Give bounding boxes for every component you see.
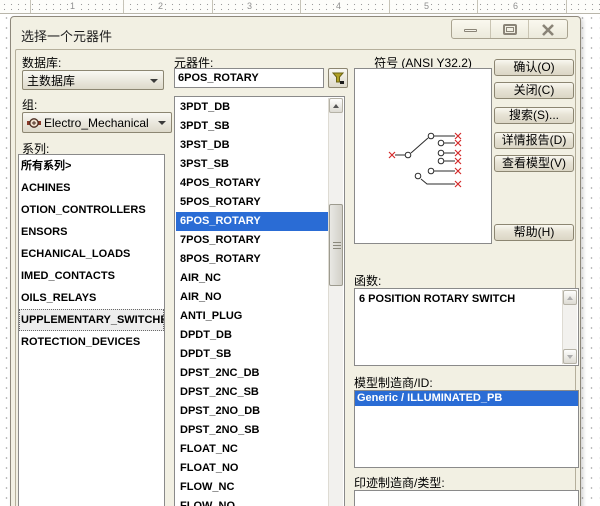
function-scrollbar[interactable] [562, 290, 577, 364]
component-list-item[interactable]: 3PDT_DB [176, 98, 328, 117]
triangle-up-icon [567, 295, 573, 300]
component-list-item[interactable]: AIR_NC [176, 269, 328, 288]
window-controls [451, 19, 568, 39]
function-value: 6 POSITION ROTARY SWITCH [359, 293, 516, 305]
model-manufacturer-list[interactable]: Generic / ILLUMINATED_PB [354, 390, 579, 468]
component-list-item[interactable]: 4POS_ROTARY [176, 174, 328, 193]
model-manufacturer-label: 模型制造商/ID: [354, 376, 433, 390]
scroll-up-button[interactable] [329, 98, 343, 113]
family-list-item[interactable]: ECHANICAL_LOADS [19, 243, 164, 265]
database-value: 主数据库 [27, 73, 76, 88]
family-list-item[interactable]: UPPLEMENTARY_SWITCHES [19, 309, 164, 331]
component-list-item[interactable]: 7POS_ROTARY [176, 231, 328, 250]
function-box: 6 POSITION ROTARY SWITCH [354, 288, 579, 366]
database-label: 数据库: [22, 56, 62, 70]
component-list-container: 3PDT_DB 3PDT_SB 3PST_DB 3PST_SB 4POS_ROTARY 5… [174, 96, 345, 506]
component-list-item[interactable]: 3PST_SB [176, 155, 328, 174]
group-label: 组: [22, 98, 38, 112]
family-list-item[interactable]: IMED_CONTACTS [19, 265, 164, 287]
canvas-ruler: 1 2 3 4 5 6 [0, 0, 600, 14]
chevron-down-icon [150, 79, 158, 83]
select-component-dialog: 选择一个元器件 数据库: 主数据库 组: Electro_Mechanical … [10, 16, 581, 506]
dialog-title: 选择一个元器件 [21, 29, 113, 44]
group-value: Electro_Mechanical [44, 115, 149, 130]
scroll-up-button[interactable] [563, 290, 577, 305]
component-list-item[interactable]: DPST_2NC_DB [176, 364, 328, 383]
component-search-input[interactable] [174, 68, 324, 88]
triangle-up-icon [333, 103, 339, 108]
component-list-item[interactable]: FLOW_NC [176, 478, 328, 497]
component-list-item[interactable]: DPST_2NC_SB [176, 383, 328, 402]
detail-report-button[interactable]: 详情报告(D) [494, 132, 574, 149]
family-list-item[interactable]: OTION_CONTROLLERS [19, 199, 164, 221]
family-list-item[interactable]: ROTECTION_DEVICES [19, 331, 164, 353]
component-list-item[interactable]: 5POS_ROTARY [176, 193, 328, 212]
ruler-number: 1 [68, 1, 78, 11]
ok-button[interactable]: 确认(O) [494, 59, 574, 76]
filter-icon [331, 72, 344, 84]
minimize-button[interactable] [452, 20, 491, 38]
close-button[interactable] [529, 20, 567, 38]
family-list-item[interactable]: 所有系列> [19, 155, 164, 177]
maximize-button[interactable] [491, 20, 530, 38]
component-list[interactable]: 3PDT_DB 3PDT_SB 3PST_DB 3PST_SB 4POS_ROTARY 5… [176, 98, 328, 506]
grip-icon [333, 245, 341, 246]
family-list-item[interactable]: ENSORS [19, 221, 164, 243]
family-list-item[interactable]: OILS_RELAYS [19, 287, 164, 309]
maximize-icon [502, 24, 517, 35]
component-list-item[interactable]: AIR_NO [176, 288, 328, 307]
dialog-titlebar[interactable]: 选择一个元器件 [11, 17, 580, 49]
family-list[interactable]: 所有系列> ACHINES OTION_CONTROLLERS ENSORS ECHAN… [18, 154, 165, 506]
database-select[interactable]: 主数据库 [22, 70, 164, 90]
chevron-down-icon [158, 121, 166, 125]
function-label: 函数: [354, 274, 382, 288]
footprint-manufacturer-label: 印迹制造商/类型: [354, 476, 445, 490]
close-dialog-button[interactable]: 关闭(C) [494, 82, 574, 99]
electro-mechanical-icon [27, 117, 41, 128]
component-list-item[interactable]: DPDT_SB [176, 345, 328, 364]
scrollbar-thumb[interactable] [329, 204, 343, 286]
rotary-switch-symbol [388, 132, 462, 188]
component-list-item[interactable]: DPDT_DB [176, 326, 328, 345]
component-list-item[interactable]: 8POS_ROTARY [176, 250, 328, 269]
component-list-item[interactable]: FLOAT_NO [176, 459, 328, 478]
component-list-item[interactable]: 3PST_DB [176, 136, 328, 155]
symbol-preview [354, 68, 492, 244]
search-button[interactable]: 搜索(S)... [494, 107, 574, 124]
view-model-button[interactable]: 查看模型(V) [494, 155, 574, 172]
scroll-down-button[interactable] [563, 349, 577, 364]
dialog-body: 数据库: 主数据库 组: Electro_Mechanical 系列: 所有系列… [15, 49, 579, 506]
footprint-manufacturer-box[interactable] [354, 490, 579, 506]
family-list-item[interactable]: ACHINES [19, 177, 164, 199]
ruler-number: 2 [156, 1, 166, 11]
close-icon [542, 24, 555, 36]
minimize-icon [463, 29, 477, 32]
filter-button[interactable] [328, 68, 348, 88]
component-list-item[interactable]: FLOW_NO [176, 497, 328, 506]
group-select[interactable]: Electro_Mechanical [22, 112, 172, 133]
component-list-item[interactable]: ANTI_PLUG [176, 307, 328, 326]
component-list-item[interactable]: DPST_2NO_DB [176, 402, 328, 421]
component-list-item[interactable]: 3PDT_SB [176, 117, 328, 136]
component-list-item[interactable]: 6POS_ROTARY [176, 212, 328, 231]
ruler-number: 5 [422, 1, 432, 11]
triangle-down-icon [567, 354, 573, 359]
model-list-item[interactable]: Generic / ILLUMINATED_PB [355, 391, 578, 406]
ruler-number: 6 [511, 1, 521, 11]
ruler-number: 3 [245, 1, 255, 11]
help-button[interactable]: 帮助(H) [494, 224, 574, 241]
component-list-item[interactable]: DPST_2NO_SB [176, 421, 328, 440]
component-list-scrollbar[interactable] [328, 98, 343, 506]
ruler-number: 4 [334, 1, 344, 11]
component-list-item[interactable]: FLOAT_NC [176, 440, 328, 459]
